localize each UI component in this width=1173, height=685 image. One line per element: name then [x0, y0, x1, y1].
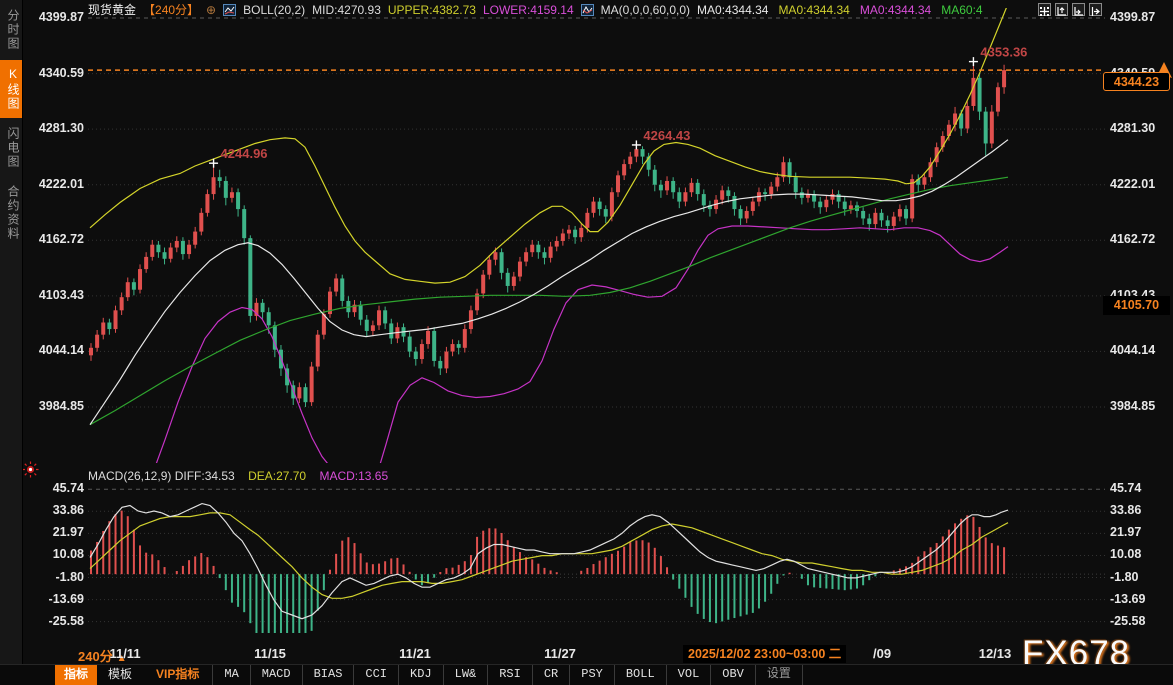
toolbar-item-BIAS[interactable]: BIAS	[302, 665, 354, 685]
axis-tick-label: 4162.72	[1110, 232, 1170, 246]
toolbar-item-VIP指标[interactable]: VIP指标	[147, 665, 208, 685]
toolbar-item-设置[interactable]: 设置	[755, 665, 803, 685]
macd-diff-value: MACD(26,12,9) DIFF:34.53	[88, 469, 235, 483]
axis-tick-label: 45.74	[1110, 481, 1170, 495]
ma-indicator-icon[interactable]	[581, 4, 594, 16]
last-price-box: 4344.23	[1103, 72, 1170, 91]
symbol-name: 现货黄金	[88, 1, 136, 18]
chart-window-controls	[1038, 3, 1102, 16]
axis-tick-label: 21.97	[32, 525, 84, 539]
crosshair-date-tooltip: 2025/12/02 23:00~03:00 二	[683, 645, 846, 663]
axis-tick-label: 3984.85	[1110, 399, 1170, 413]
axis-tick-label: 4103.43	[32, 288, 84, 302]
x-axis-date-label: 11/15	[254, 646, 286, 661]
axis-tick-label: 4399.87	[1110, 10, 1170, 24]
axis-tick-label: -1.80	[32, 570, 84, 584]
toolbar-item-LW&[interactable]: LW&	[443, 665, 488, 685]
macd-hist-value: MACD:13.65	[319, 469, 388, 483]
axis-tick-label: 4044.14	[32, 343, 84, 357]
move-crosshair-icon[interactable]	[1038, 3, 1051, 16]
svg-text:4264.43: 4264.43	[643, 128, 690, 143]
toolbar-item-模板[interactable]: 模板	[99, 665, 141, 685]
chart-type-sidebar: 分时图K线图闪电图合约资料	[0, 0, 23, 665]
trading-app-window: 4244.96 4264.43 4353.36 分时图K线图闪电图合约资料 现货黄金…	[0, 0, 1173, 685]
axis-tick-label: -13.69	[32, 592, 84, 606]
ma-value-1: MA0:4344.34	[697, 3, 768, 17]
boll-mid-value: MID:4270.93	[312, 3, 381, 17]
axis-tick-label: 4222.01	[1110, 177, 1170, 191]
ma-value-3: MA0:4344.34	[860, 3, 931, 17]
axis-tick-label: 4162.72	[32, 232, 84, 246]
ma-params: MA(0,0,0,60,0,0)	[601, 3, 690, 17]
toolbar-item-KDJ[interactable]: KDJ	[398, 665, 443, 685]
svg-text:4244.96: 4244.96	[221, 146, 268, 161]
toolbar-item-CCI[interactable]: CCI	[353, 665, 398, 685]
toolbar-item-VOL[interactable]: VOL	[666, 665, 711, 685]
toolbar-item-PSY[interactable]: PSY	[569, 665, 614, 685]
axis-tick-label: 10.08	[32, 547, 84, 561]
period-label[interactable]: 【240分】	[143, 1, 199, 18]
boll-lower-value: LOWER:4159.14	[483, 3, 574, 17]
axis-tick-label: 33.86	[1110, 503, 1170, 517]
x-axis-row: 240分▲ 11/1111/1511/2111/2712/13 2025/12/…	[0, 645, 1173, 665]
axis-tick-label: 4044.14	[1110, 343, 1170, 357]
scale-x-axis-icon[interactable]	[1072, 3, 1085, 16]
scale-y-axis-icon[interactable]	[1055, 3, 1068, 16]
toolbar-item-MACD[interactable]: MACD	[250, 665, 302, 685]
link-toggle-icon[interactable]: ⊕	[206, 3, 216, 17]
expand-pane-icon[interactable]	[1089, 3, 1102, 16]
ma-values: MA0:4344.34 MA0:4344.34 MA0:4344.34 MA60:4	[697, 3, 983, 17]
axis-tick-label: 10.08	[1110, 547, 1170, 561]
toolbar-item-指标[interactable]: 指标	[55, 665, 97, 685]
axis-tick-label: 21.97	[1110, 525, 1170, 539]
toolbar-item-RSI[interactable]: RSI	[487, 665, 532, 685]
alarm-indicator-icon[interactable]	[22, 461, 39, 483]
indicator-toolbar: 指标模板 VIP指标MAMACDBIASCCIKDJLW&RSICRPSYBOLL…	[0, 664, 1173, 685]
axis-tick-label: 4281.30	[32, 121, 84, 135]
toolbar-item-CR[interactable]: CR	[532, 665, 569, 685]
boll-upper-value: UPPER:4382.73	[388, 3, 476, 17]
svg-text:4353.36: 4353.36	[980, 45, 1027, 60]
axis-tick-label: 3984.85	[32, 399, 84, 413]
axis-tick-label: 4222.01	[32, 177, 84, 191]
secondary-price-box: 4105.70	[1103, 296, 1170, 315]
axis-tick-label: -25.58	[32, 614, 84, 628]
sidebar-tab-4[interactable]: 合约资料	[0, 178, 22, 248]
toolbar-item-OBV[interactable]: OBV	[710, 665, 755, 685]
axis-tick-label: 4340.59	[32, 66, 84, 80]
ma-value-4: MA60:4	[941, 3, 982, 17]
axis-tick-label: -13.69	[1110, 592, 1170, 606]
date-label-partial: /09	[873, 646, 891, 661]
macd-header: MACD(26,12,9) DIFF:34.53 DEA:27.70 MACD:…	[88, 469, 388, 483]
x-axis-date-label: 11/27	[544, 646, 576, 661]
macd-dea-value: DEA:27.70	[248, 469, 306, 483]
x-axis-date-label: 11/11	[109, 646, 140, 661]
x-axis-date-label: 11/21	[399, 646, 431, 661]
sidebar-tab-3[interactable]: 闪电图	[0, 120, 22, 176]
sidebar-tab-2[interactable]: K线图	[0, 60, 22, 118]
candlestick-chart-canvas[interactable]: 4244.96 4264.43 4353.36	[0, 0, 1173, 685]
chart-header: 现货黄金 【240分】 ⊕ BOLL(20,2) MID:4270.93 UPP…	[88, 2, 983, 17]
toolbar-item-MA[interactable]: MA	[212, 665, 249, 685]
boll-params: BOLL(20,2)	[243, 3, 305, 17]
x-axis-date-label: 12/13	[979, 646, 1012, 661]
toolbar-item-BOLL[interactable]: BOLL	[614, 665, 666, 685]
axis-tick-label: 4281.30	[1110, 121, 1170, 135]
axis-tick-label: 33.86	[32, 503, 84, 517]
boll-indicator-icon[interactable]	[223, 4, 236, 16]
sidebar-tab-1[interactable]: 分时图	[0, 2, 22, 58]
axis-tick-label: -1.80	[1110, 570, 1170, 584]
axis-tick-label: 45.74	[32, 481, 84, 495]
axis-tick-label: -25.58	[1110, 614, 1170, 628]
ma-value-2: MA0:4344.34	[778, 3, 849, 17]
axis-tick-label: 4399.87	[32, 10, 84, 24]
